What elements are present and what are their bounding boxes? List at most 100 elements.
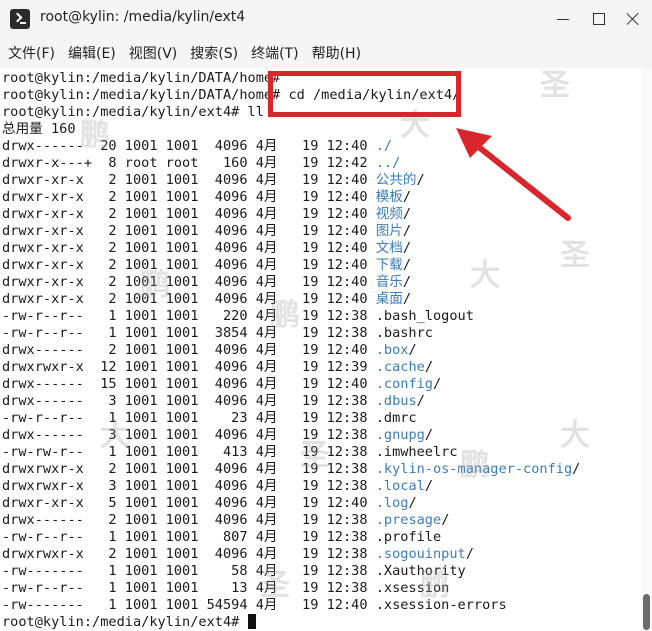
path-suffix: / <box>402 291 412 307</box>
directory-name: 音乐 <box>375 274 403 290</box>
watermark-glyph: 圣 <box>300 438 330 473</box>
directory-name: .config <box>375 376 433 392</box>
terminal-line: -rw-rw-r-- 1 1001 1001 413 4月 19 12:38 .… <box>2 444 458 461</box>
terminal-line: root@kylin:/media/kylin/ext4# <box>2 614 256 631</box>
terminal-line: drwx------ 20 1001 1001 4096 4月 19 12:40… <box>2 138 392 155</box>
scrollbar-thumb[interactable] <box>643 594 650 630</box>
line-text: drwx------ 20 1001 1001 4096 4月 19 12:40 <box>2 138 376 154</box>
terminal-line: -rw-r--r-- 1 1001 1001 807 4月 19 12:38 .… <box>2 529 441 546</box>
terminal-line: drwxr-x---+ 8 root root 160 4月 19 12:42 … <box>2 155 400 172</box>
directory-name: .cache <box>375 359 425 375</box>
terminal-line: drwx------ 3 1001 1001 4096 4月 19 12:38 … <box>2 427 433 444</box>
watermark-glyph: 圣 <box>560 238 590 273</box>
terminal-line: -rw-r--r-- 1 1001 1001 3854 4月 19 12:38 … <box>2 325 433 342</box>
terminal-line: drwxr-xr-x 2 1001 1001 4096 4月 19 12:40 … <box>2 291 411 308</box>
path-suffix: / <box>433 376 442 392</box>
terminal-line: drwxr-xr-x 2 1001 1001 4096 4月 19 12:40 … <box>2 257 411 274</box>
directory-name: 模板 <box>375 189 403 205</box>
terminal-line: drwx------ 2 1001 1001 4096 4月 19 12:38 … <box>2 512 449 529</box>
directory-name: 文档 <box>375 240 403 256</box>
minimize-icon[interactable] <box>550 6 576 32</box>
terminal-line: drwx------ 2 1001 1001 4096 4月 19 12:40 … <box>2 342 417 359</box>
directory-name: .log <box>375 495 409 511</box>
terminal-line: drwxr-xr-x 2 1001 1001 4096 4月 19 12:40 … <box>2 274 411 291</box>
path-suffix: / <box>402 274 412 290</box>
terminal-line: drwxr-xr-x 2 1001 1001 4096 4月 19 12:40 … <box>2 172 425 189</box>
scrollbar[interactable] <box>641 68 652 631</box>
terminal-line: root@kylin:/media/kylin/DATA/home# <box>2 70 280 87</box>
maximize-icon[interactable] <box>586 6 612 32</box>
line-text: drwx------ 15 1001 1001 4096 4月 19 12:40 <box>2 376 376 392</box>
path-suffix: / <box>572 461 581 477</box>
path-suffix: / <box>441 512 450 528</box>
path-suffix: / <box>465 546 474 562</box>
line-text: drwxr-xr-x 5 1001 1001 4096 4月 19 12:40 <box>2 495 376 511</box>
path-suffix: / <box>402 189 412 205</box>
line-text: drwx------ 3 1001 1001 4096 4月 19 12:38 <box>2 393 376 409</box>
terminal-line: -rw------- 1 1001 1001 58 4月 19 12:38 .X… <box>2 563 466 580</box>
watermark-glyph: 圣 <box>540 68 570 103</box>
line-text: drwx------ 2 1001 1001 4096 4月 19 12:40 <box>2 342 376 358</box>
line-text: root@kylin:/media/kylin/DATA/home# <box>2 70 281 86</box>
path-suffix: / <box>424 359 433 375</box>
menu-view[interactable]: 视图(V) <box>129 43 178 63</box>
terminal-line: drwxrwxr-x 2 1001 1001 4096 4月 19 12:38 … <box>2 546 474 563</box>
path-suffix: / <box>402 257 412 273</box>
terminal-line: drwx------ 3 1001 1001 4096 4月 19 12:38 … <box>2 393 425 410</box>
watermark-glyph: 鹏 <box>270 298 300 333</box>
watermark-glyph: 圣 <box>260 568 290 603</box>
path-suffix: / <box>402 206 412 222</box>
line-text: drwxr-xr-x 2 1001 1001 4096 4月 19 12:40 <box>2 223 376 239</box>
line-text: drwxrwxr-x 2 1001 1001 4096 4月 19 12:38 <box>2 546 376 562</box>
line-text: drwxr-xr-x 2 1001 1001 4096 4月 19 12:40 <box>2 274 376 290</box>
menu-edit[interactable]: 编辑(E) <box>68 43 116 63</box>
terminal-line: drwxrwxr-x 2 1001 1001 4096 4月 19 12:38 … <box>2 461 580 478</box>
line-text: -rw-r--r-- 1 1001 1001 3854 4月 19 12:38 … <box>2 325 433 341</box>
watermark-glyph: 鹏 <box>460 448 490 483</box>
directory-name: .local <box>375 478 425 494</box>
annotation-arrow-icon <box>456 128 571 221</box>
line-text: -rw-r--r-- 1 1001 1001 220 4月 19 12:38 .… <box>2 308 474 324</box>
line-text: drwxr-xr-x 2 1001 1001 4096 4月 19 12:40 <box>2 172 376 188</box>
window-title: root@kylin: /media/kylin/ext4 <box>40 9 246 25</box>
directory-name: .dbus <box>375 393 417 409</box>
terminal-line: drwx------ 15 1001 1001 4096 4月 19 12:40… <box>2 376 441 393</box>
menu-terminal[interactable]: 终端(T) <box>251 43 298 63</box>
path-suffix: / <box>402 240 412 256</box>
line-text: 总用量 160 <box>2 121 76 137</box>
terminal-line: -rw-r--r-- 1 1001 1001 220 4月 19 12:38 .… <box>2 308 474 325</box>
line-text: drwxr-xr-x 2 1001 1001 4096 4月 19 12:40 <box>2 206 376 222</box>
terminal-line: drwxrwxr-x 3 1001 1001 4096 4月 19 12:38 … <box>2 478 433 495</box>
terminal-line: drwxr-xr-x 2 1001 1001 4096 4月 19 12:40 … <box>2 223 411 240</box>
line-text: drwxrwxr-x 3 1001 1001 4096 4月 19 12:38 <box>2 478 376 494</box>
highlight-box <box>268 71 461 117</box>
line-text: root@kylin:/media/kylin/ext4# ll <box>2 104 264 120</box>
directory-name: ../ <box>375 155 401 171</box>
menu-help[interactable]: 帮助(H) <box>312 43 361 63</box>
close-icon[interactable] <box>620 6 646 32</box>
terminal-line: drwxr-xr-x 5 1001 1001 4096 4月 19 12:40 … <box>2 495 417 512</box>
terminal-line: -rw-r--r-- 1 1001 1001 23 4月 19 12:38 .d… <box>2 410 417 427</box>
menu-search[interactable]: 搜索(S) <box>190 43 238 63</box>
line-text: -rw------- 1 1001 1001 58 4月 19 12:38 .X… <box>2 563 466 579</box>
line-text: -rw-r--r-- 1 1001 1001 13 4月 19 12:38 .x… <box>2 580 450 596</box>
path-suffix: / <box>408 342 417 358</box>
terminal-line: root@kylin:/media/kylin/ext4# ll <box>2 104 264 121</box>
directory-name: 桌面 <box>375 291 403 307</box>
directory-name: ./ <box>375 138 393 154</box>
directory-name: 公共的 <box>375 172 417 188</box>
text-cursor <box>247 614 256 629</box>
line-text: -rw-r--r-- 1 1001 1001 807 4月 19 12:38 .… <box>2 529 442 545</box>
terminal-line: -rw-r--r-- 1 1001 1001 13 4月 19 12:38 .x… <box>2 580 449 597</box>
directory-name: 视频 <box>375 206 403 222</box>
terminal-line: drwxr-xr-x 2 1001 1001 4096 4月 19 12:40 … <box>2 240 411 257</box>
menu-file[interactable]: 文件(F) <box>8 43 55 63</box>
terminal-app-icon <box>10 9 30 29</box>
watermark-glyph: 大 <box>100 418 130 453</box>
directory-name: .presage <box>375 512 442 528</box>
path-suffix: / <box>424 478 433 494</box>
directory-name: .box <box>375 342 409 358</box>
line-text: root@kylin:/media/kylin/ext4# <box>2 614 248 630</box>
line-text: drwx------ 2 1001 1001 4096 4月 19 12:38 <box>2 512 376 528</box>
path-suffix: / <box>402 223 412 239</box>
